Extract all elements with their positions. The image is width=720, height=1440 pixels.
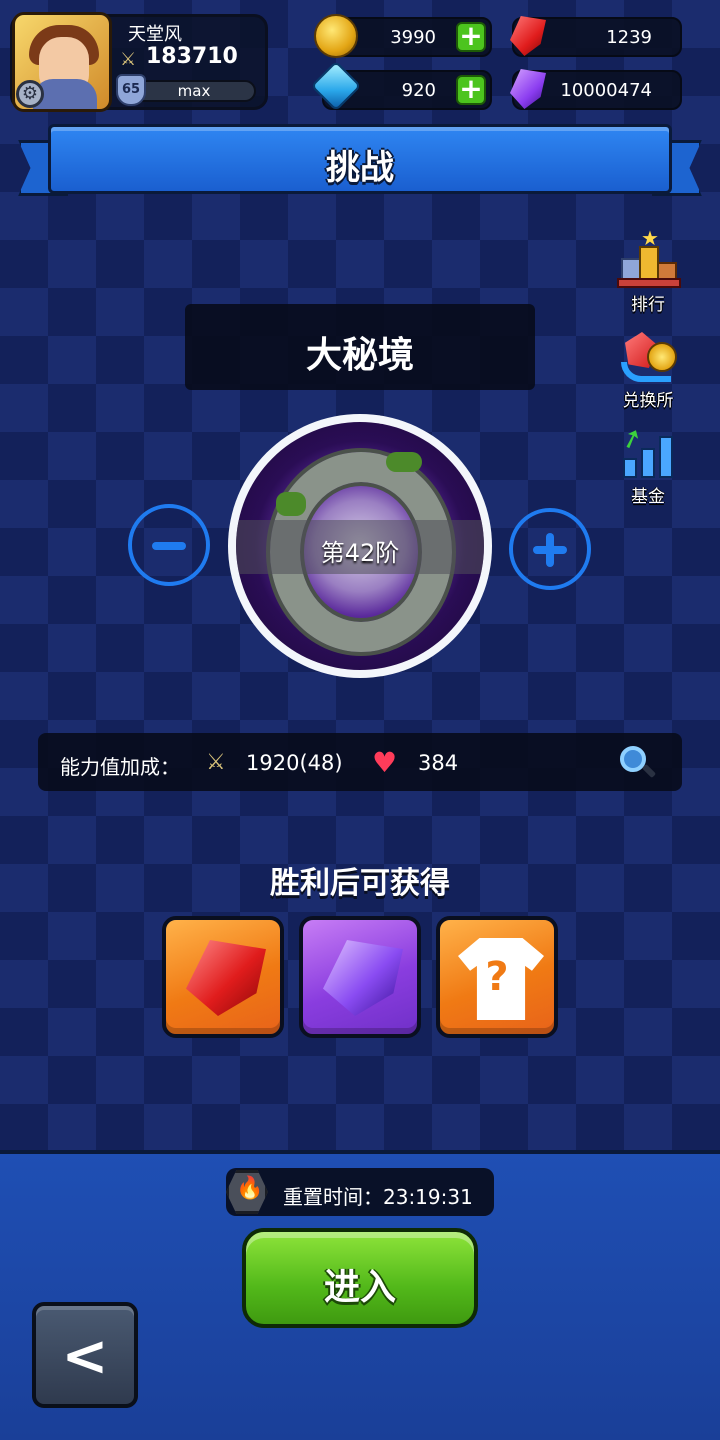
ranking-podium-icon: ★ [617, 226, 681, 288]
hp-bonus-value: 384 [418, 751, 459, 775]
red-gem-icon [186, 940, 266, 1016]
add-gold-button[interactable]: + [456, 22, 486, 52]
reward-item-red-gem[interactable] [162, 916, 284, 1038]
side-item-fund[interactable]: ➚ 基金 [608, 421, 688, 507]
fund-chart-icon: ➚ [617, 421, 679, 480]
side-item-label: 基金 [631, 487, 665, 507]
dungeon-tier: 第42阶 [320, 539, 400, 567]
decrease-tier-button[interactable] [128, 504, 210, 586]
red-gem-value: 1239 [606, 27, 652, 48]
plus-icon-vertical [546, 533, 554, 567]
player-level: 65 [121, 82, 141, 97]
question-mark-icon: ? [485, 954, 509, 1000]
increase-tier-button[interactable] [509, 508, 591, 590]
diamond-value: 920 [401, 80, 436, 101]
purple-gem-icon [323, 940, 403, 1016]
dungeon-name-plate: 大秘境 [185, 304, 535, 390]
minus-icon [152, 542, 186, 550]
crossed-swords-icon: ⚔ [206, 750, 226, 775]
dungeon-name: 大秘境 [305, 335, 414, 376]
reward-title: 胜利后可获得 [270, 866, 450, 901]
reward-item-mystery-outfit[interactable]: ? [436, 916, 558, 1038]
player-power: 183710 [146, 44, 238, 69]
dungeon-portal-image: 第42阶 [228, 414, 492, 678]
settings-gear-icon[interactable]: ⚙ [16, 80, 44, 108]
level-progress-bar: max [132, 80, 256, 102]
side-item-label: 排行 [631, 295, 665, 315]
stats-label: 能力值加成： [60, 755, 180, 779]
back-button[interactable]: < [32, 1302, 138, 1408]
player-name: 天堂风 [128, 24, 182, 45]
enter-button[interactable]: 进入 [242, 1228, 478, 1328]
level-shield-icon: 65 [116, 74, 146, 106]
level-status: max [177, 82, 211, 100]
add-diamond-button[interactable]: + [456, 75, 486, 105]
title-banner: 挑战 [48, 124, 672, 194]
crossed-swords-icon: ⚔ [120, 49, 137, 70]
exchange-icon [617, 328, 679, 384]
side-item-label: 兑换所 [622, 391, 674, 411]
side-item-ranking[interactable]: ★ 排行 [608, 226, 688, 315]
attack-bonus-value: 1920(48) [246, 751, 343, 775]
gold-coin-icon [314, 14, 358, 58]
side-item-exchange[interactable]: 兑换所 [608, 328, 688, 411]
chevron-left-icon: < [61, 1324, 109, 1389]
heart-icon: ♥ [372, 746, 398, 779]
enter-button-label: 进入 [323, 1267, 396, 1308]
page-title: 挑战 [326, 148, 394, 188]
reward-item-purple-gem[interactable] [299, 916, 421, 1038]
flame-icon: 🔥 [236, 1176, 264, 1201]
reset-timer: 重置时间：23:19:31 [283, 1185, 473, 1209]
gold-value: 3990 [390, 27, 436, 48]
purple-gem-value: 10000474 [560, 80, 652, 101]
